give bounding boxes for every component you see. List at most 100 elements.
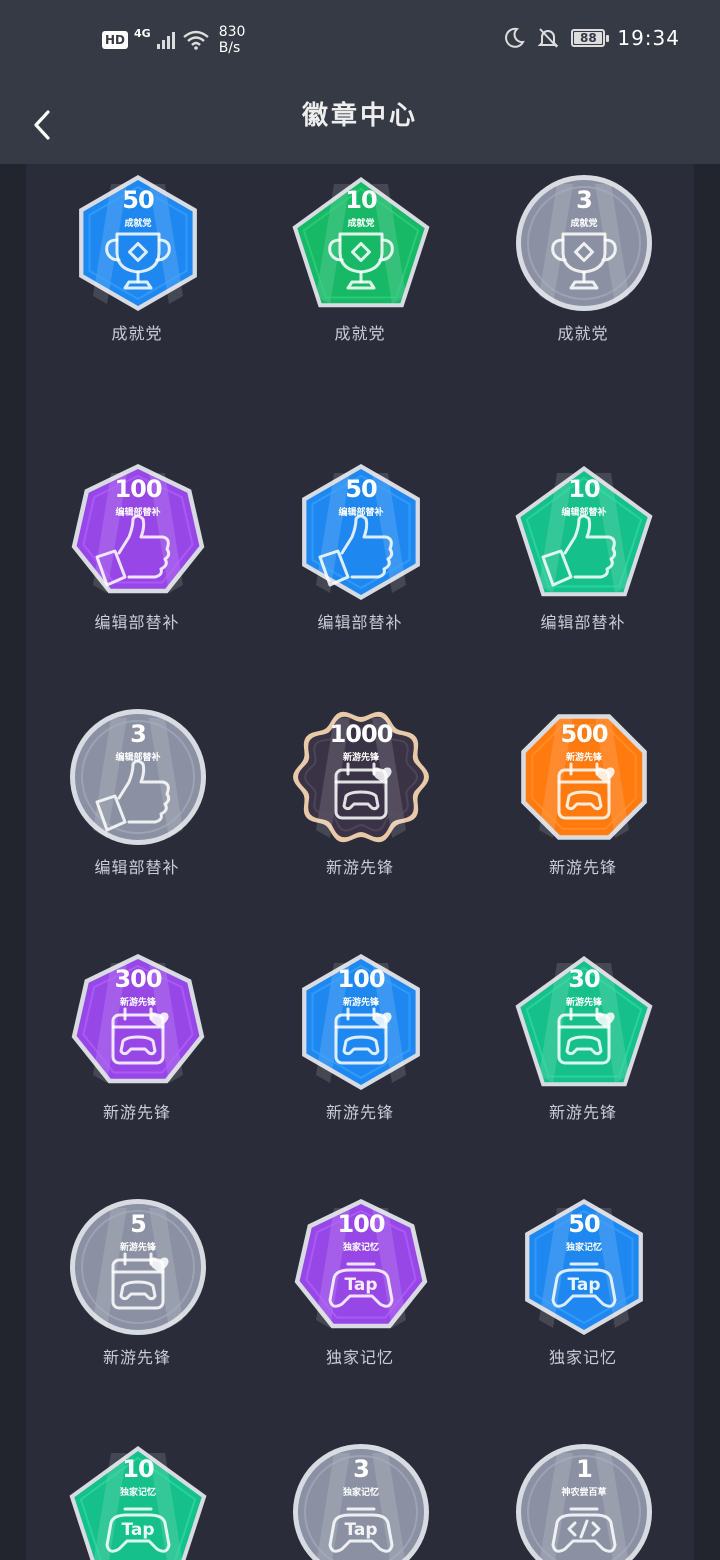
badge-subtitle: 新游先锋 <box>119 1243 156 1253</box>
badge-medal: 1000 新游先锋 <box>290 706 432 848</box>
badge-caption: 成就党 <box>334 324 386 343</box>
svg-text:Tap: Tap <box>344 1520 377 1540</box>
speed-unit: B/s <box>218 40 241 56</box>
badge-item[interactable]: 10 编辑部替补 编辑部替补 <box>472 391 694 636</box>
battery-icon: 88 <box>571 29 610 47</box>
badge-medal: 3 编辑部替补 <box>67 706 209 848</box>
wifi-icon <box>182 30 209 50</box>
svg-text:Tap: Tap <box>121 1520 154 1540</box>
badge-subtitle: 新游先锋 <box>565 753 602 763</box>
clock: 19:34 <box>617 26 680 50</box>
badge-medal: 50 成就党 <box>67 172 209 314</box>
network-speed: 830 B/s <box>219 24 246 56</box>
badge-medal: 1 神农尝百草 <box>513 1441 655 1560</box>
badge-caption: 新游先锋 <box>102 1103 171 1122</box>
badge-count: 100 <box>114 475 162 503</box>
badge-medal: Tap 10 独家记忆 <box>67 1441 209 1560</box>
badge-item[interactable]: 50 成就党 成就党 <box>26 164 248 347</box>
badge-medal: Tap 100 独家记忆 <box>290 1196 432 1338</box>
badge-count: 100 <box>337 1210 385 1238</box>
badge-panel[interactable]: 50 成就党 成就党 10 成就党 成就党 3 成就党 成就党 100 编辑部替补 编辑部替补 50 编辑… <box>26 164 694 1560</box>
badge-medal: 100 编辑部替补 <box>67 461 209 603</box>
svg-text:Tap: Tap <box>567 1275 600 1295</box>
badge-subtitle: 独家记忆 <box>119 1488 156 1498</box>
badge-item[interactable]: 3 成就党 成就党 <box>472 164 694 347</box>
badge-subtitle: 编辑部替补 <box>561 508 607 518</box>
badge-medal: 3 成就党 <box>513 172 655 314</box>
badge-subtitle: 编辑部替补 <box>115 753 161 763</box>
badge-item[interactable]: 50 编辑部替补 编辑部替补 <box>249 391 471 636</box>
badge-caption: 成就党 <box>557 324 609 343</box>
badge-count: 30 <box>568 965 600 993</box>
badge-item[interactable]: 10 成就党 成就党 <box>249 164 471 347</box>
badge-item[interactable]: 1 神农尝百草神农尝百草 <box>472 1371 694 1560</box>
badge-count: 50 <box>345 475 377 503</box>
badge-item[interactable]: 5 新游先锋 新游先锋 <box>26 1126 248 1371</box>
badge-item[interactable]: Tap 10 独家记忆独家记忆 <box>26 1371 248 1560</box>
svg-text:Tap: Tap <box>344 1275 377 1295</box>
status-right: 88 19:34 <box>503 26 680 50</box>
badge-caption: 新游先锋 <box>548 1103 617 1122</box>
badge-subtitle: 独家记忆 <box>342 1243 379 1253</box>
badge-count: 5 <box>130 1210 147 1238</box>
badge-medal: 10 编辑部替补 <box>513 461 655 603</box>
badge-count: 10 <box>122 1455 154 1483</box>
badge-caption: 编辑部替补 <box>94 858 180 877</box>
badge-subtitle: 独家记忆 <box>565 1243 602 1253</box>
badge-count: 10 <box>568 475 600 503</box>
badge-subtitle: 编辑部替补 <box>338 508 384 518</box>
badge-medal: 300 新游先锋 <box>67 951 209 1093</box>
badge-count: 300 <box>114 965 162 993</box>
badge-item[interactable]: 500 新游先锋 新游先锋 <box>472 636 694 881</box>
badge-item[interactable]: 30 新游先锋 新游先锋 <box>472 881 694 1126</box>
badge-subtitle: 新游先锋 <box>342 998 379 1008</box>
badge-medal: 500 新游先锋 <box>513 706 655 848</box>
bell-muted-icon <box>537 28 559 48</box>
badge-caption: 新游先锋 <box>102 1348 171 1367</box>
badge-caption: 编辑部替补 <box>317 613 403 632</box>
badge-item[interactable]: 100 编辑部替补 编辑部替补 <box>26 391 248 636</box>
badge-medal: 50 编辑部替补 <box>290 461 432 603</box>
badge-subtitle: 神农尝百草 <box>561 1488 607 1498</box>
badge-count: 3 <box>130 720 147 748</box>
badge-caption: 编辑部替补 <box>94 613 180 632</box>
badge-subtitle: 成就党 <box>124 219 152 229</box>
badge-caption: 新游先锋 <box>548 858 617 877</box>
page-title: 徽章中心 <box>301 101 418 131</box>
badge-count: 1000 <box>329 720 394 748</box>
badge-caption: 新游先锋 <box>325 858 394 877</box>
badge-item[interactable]: 300 新游先锋新游先锋 <box>26 881 248 1126</box>
badge-item[interactable]: 100 新游先锋 新游先锋 <box>249 881 471 1126</box>
badge-count: 3 <box>576 186 593 214</box>
badge-subtitle: 成就党 <box>570 219 598 229</box>
badge-medal: 30 新游先锋 <box>513 951 655 1093</box>
badge-subtitle: 新游先锋 <box>565 998 602 1008</box>
badge-count: 1 <box>576 1455 593 1483</box>
badge-item[interactable]: Tap 50 独家记忆 独家记忆 <box>472 1126 694 1371</box>
badge-item[interactable]: Tap 3 独家记忆独家记忆 <box>249 1371 471 1560</box>
badge-item[interactable]: 1000 新游先锋 新游先锋 <box>249 636 471 881</box>
badge-caption: 编辑部替补 <box>540 613 626 632</box>
badge-subtitle: 编辑部替补 <box>115 508 161 518</box>
badge-subtitle: 成就党 <box>347 219 375 229</box>
badge-count: 50 <box>568 1210 600 1238</box>
hd-indicator: HD <box>102 31 129 49</box>
badge-item[interactable]: 3 编辑部替补 编辑部替补 <box>26 636 248 881</box>
badge-medal: Tap 50 独家记忆 <box>513 1196 655 1338</box>
badge-count: 500 <box>560 720 608 748</box>
signal-icon <box>156 32 175 49</box>
badge-count: 10 <box>345 186 377 214</box>
badge-caption: 新游先锋 <box>325 1103 394 1122</box>
badge-medal: Tap 3 独家记忆 <box>290 1441 432 1560</box>
network-type: 4G <box>134 27 151 40</box>
status-bar: HD 4G 830 B/s 88 19:34 <box>0 0 720 86</box>
badge-caption: 独家记忆 <box>548 1348 617 1367</box>
battery-level: 88 <box>580 31 597 45</box>
nav-bar: 徽章中心 <box>0 86 720 164</box>
badge-caption: 成就党 <box>111 324 163 343</box>
badge-item[interactable]: Tap 100 独家记忆 独家记忆 <box>249 1126 471 1371</box>
speed-value: 830 <box>218 24 246 40</box>
badge-subtitle: 新游先锋 <box>342 753 379 763</box>
status-left: HD 4G 830 B/s <box>102 24 245 56</box>
badge-count: 50 <box>122 186 154 214</box>
